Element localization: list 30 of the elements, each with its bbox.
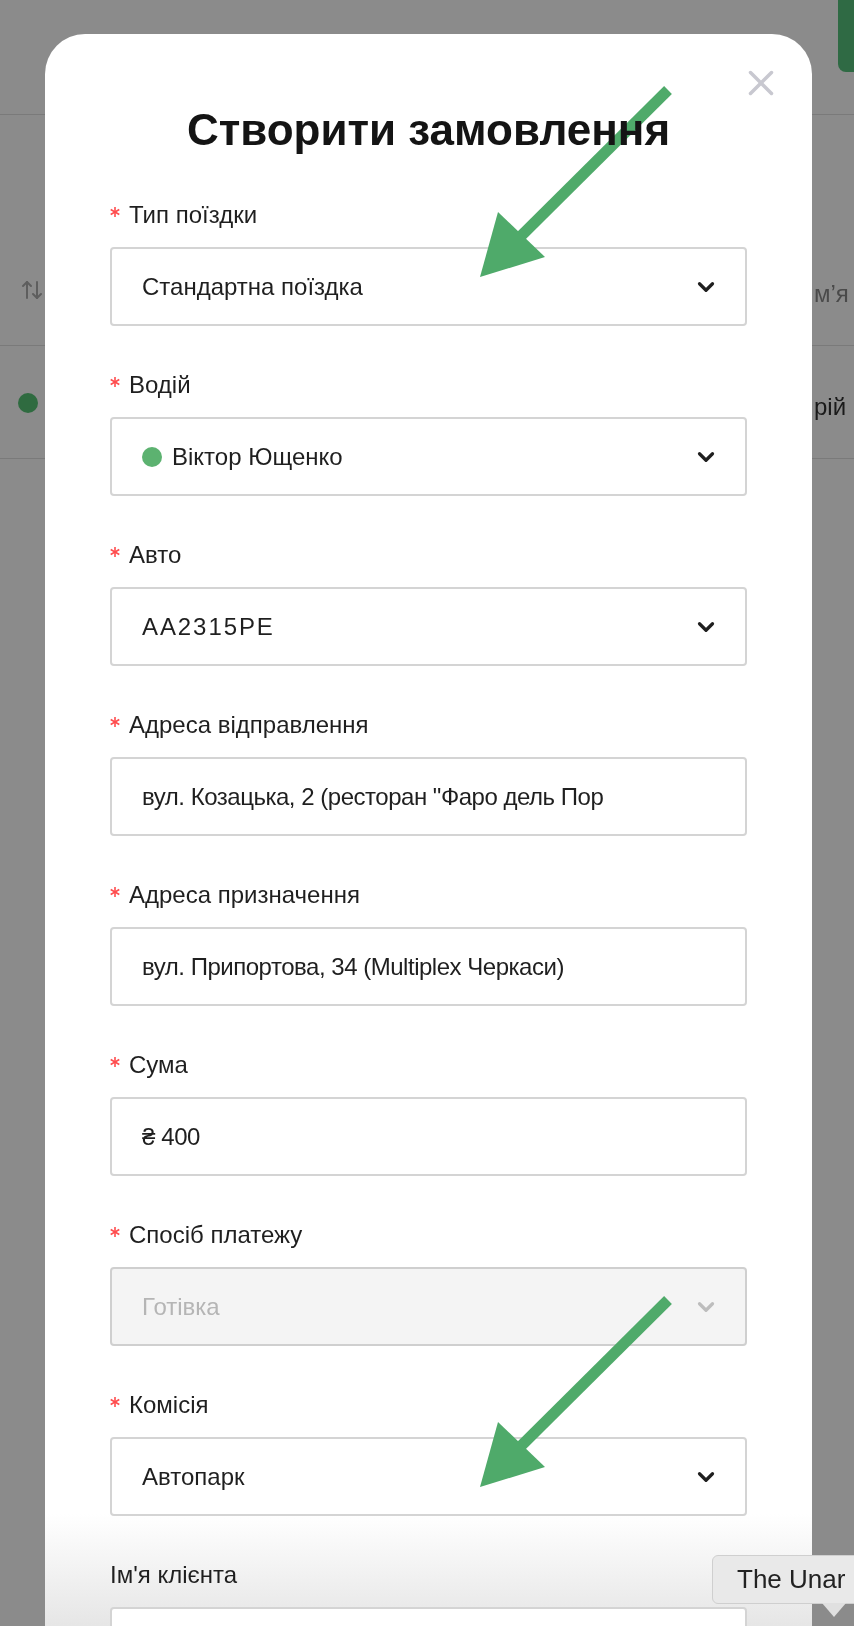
- input-value: 400: [161, 1121, 200, 1152]
- column-header: м’я: [814, 279, 849, 309]
- input-value: вул. Припортова, 34 (Multiplex Черкаси): [142, 951, 564, 982]
- select-value: Готівка: [142, 1291, 221, 1322]
- select-field[interactable]: AA2315PE: [110, 587, 747, 666]
- select-field[interactable]: Віктор Ющенко: [110, 417, 747, 496]
- field-label: Комісія: [129, 1390, 209, 1420]
- input-field[interactable]: вул. Припортова, 34 (Multiplex Черкаси): [110, 927, 747, 1006]
- select-value: Автопарк: [142, 1461, 246, 1492]
- tooltip-caret: [822, 1603, 846, 1617]
- select-field[interactable]: Стандартна поїздка: [110, 247, 747, 326]
- input-field[interactable]: вул. Козацька, 2 (ресторан "Фаро дель Пор: [110, 757, 747, 836]
- field-label: Водій: [129, 370, 191, 400]
- table-cell-text: рій: [814, 392, 847, 422]
- select-field[interactable]: Автопарк: [110, 1437, 747, 1516]
- input-field[interactable]: ₴ 400: [110, 1097, 747, 1176]
- select-value: Стандартна поїздка: [142, 271, 364, 302]
- currency-prefix: ₴: [142, 1121, 156, 1152]
- field-label: Ім'я клієнта: [110, 1560, 238, 1590]
- select-value: AA2315PE: [142, 611, 276, 642]
- field-label: Тип поїздки: [129, 200, 258, 230]
- sort-icon: [20, 278, 44, 302]
- field-label: Авто: [129, 540, 182, 570]
- field-label: Спосіб платежу: [129, 1220, 303, 1250]
- tooltip: The Unar: [712, 1555, 854, 1604]
- field-label: Адреса відправлення: [129, 710, 369, 740]
- field-label: Сума: [129, 1050, 188, 1080]
- input-value: вул. Козацька, 2 (ресторан "Фаро дель Пор: [142, 781, 604, 812]
- select-value: Віктор Ющенко: [172, 441, 344, 472]
- field-label: Адреса призначення: [129, 880, 360, 910]
